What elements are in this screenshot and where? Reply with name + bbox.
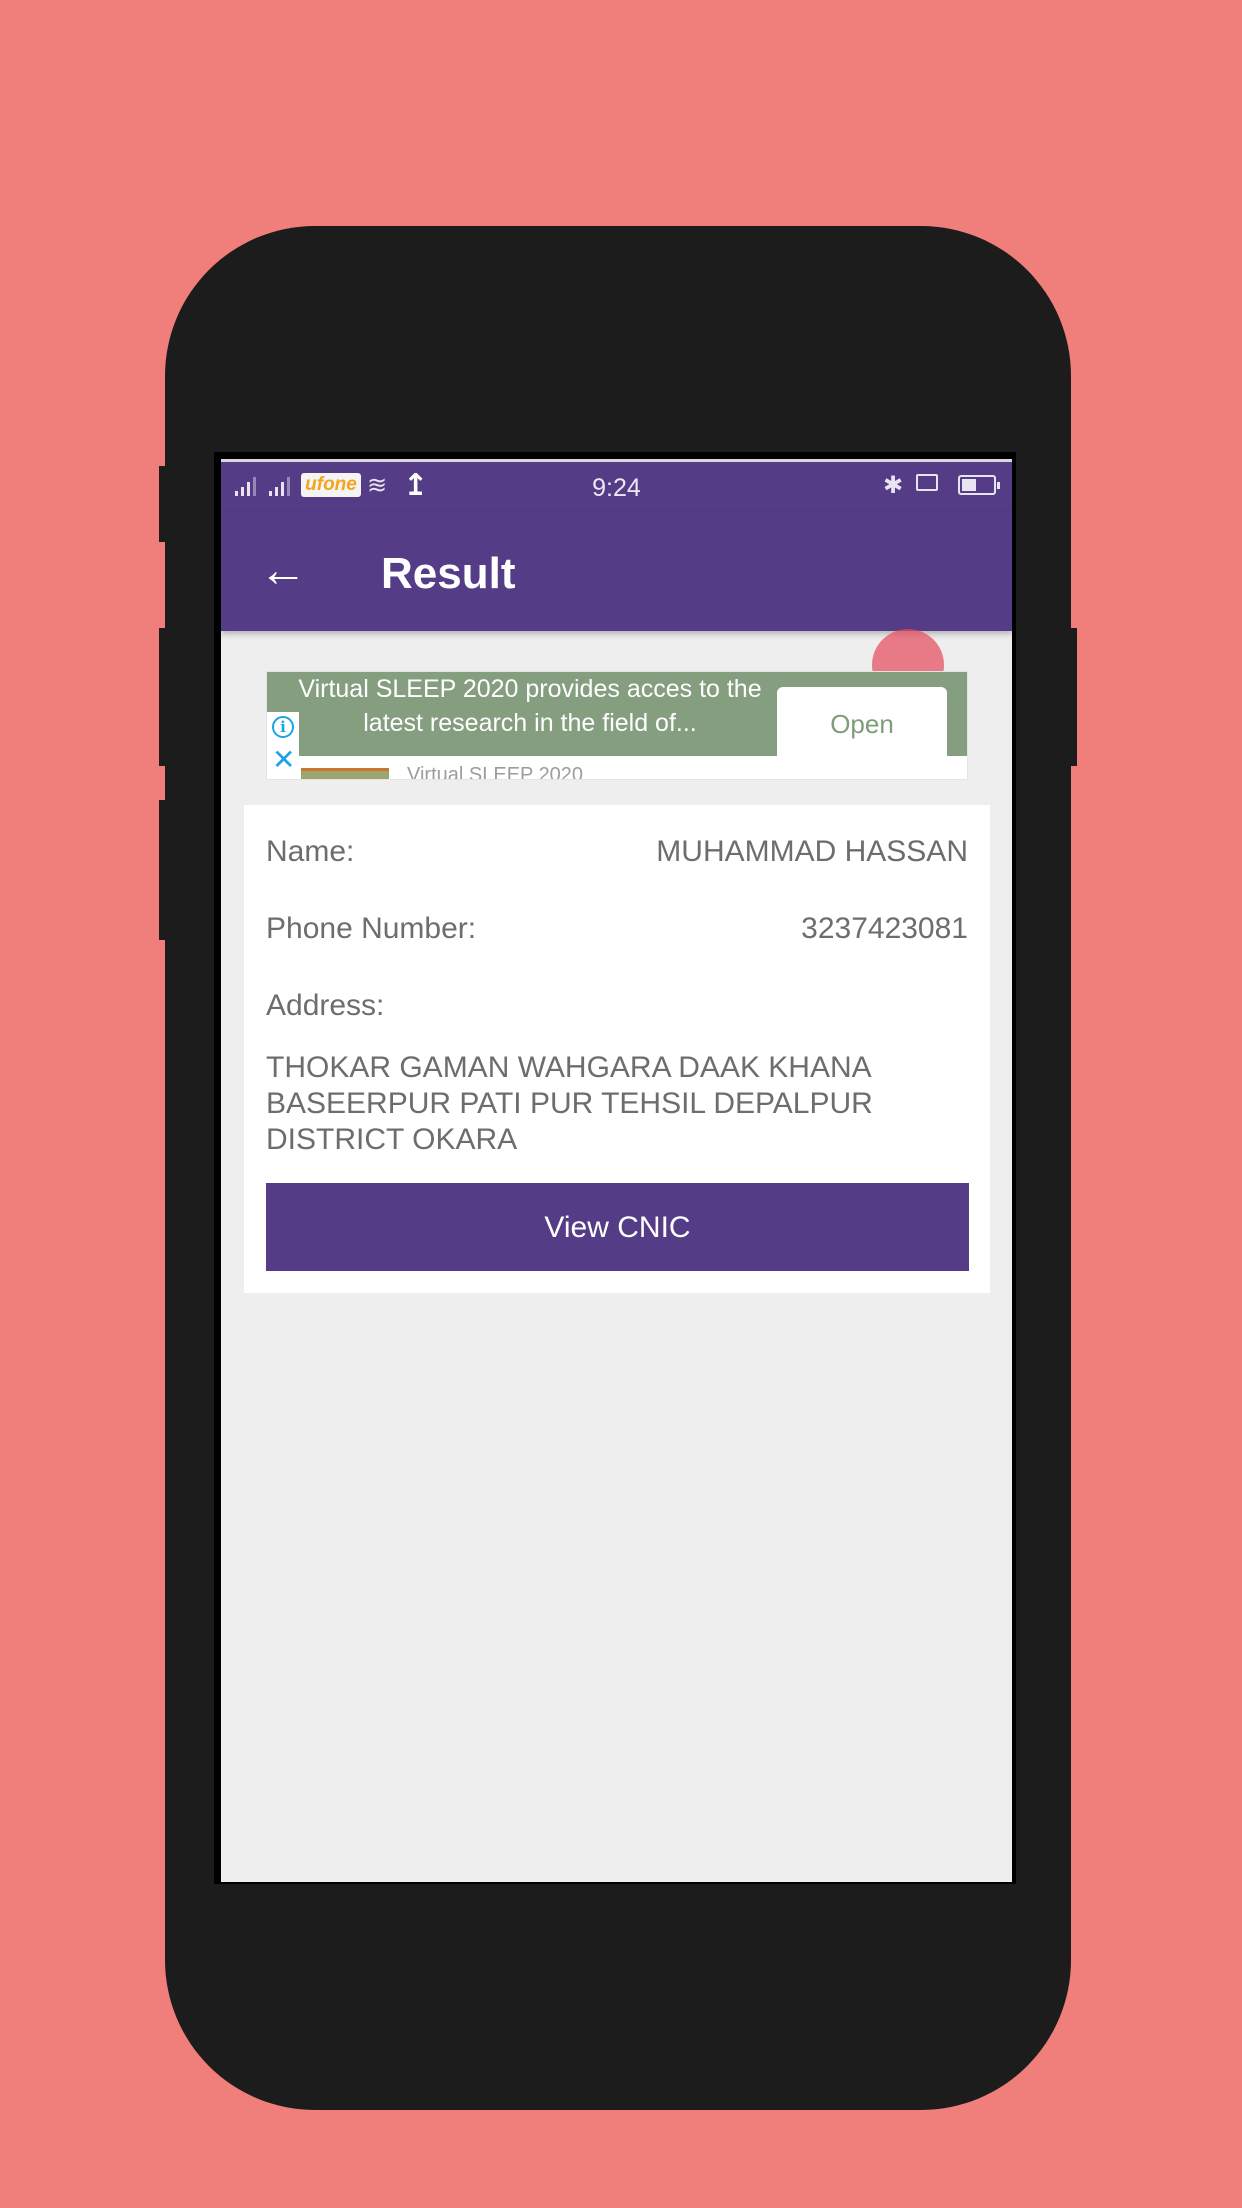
ad-choices: i ✕ (267, 712, 299, 779)
back-arrow-icon[interactable]: ← (259, 539, 323, 603)
phone-value: 3237423081 (801, 912, 968, 945)
name-label: Name: (266, 835, 355, 868)
app-screen: ufone ≋ ↥ 9:24 ✱ ← Result Virtual SLEEP … (221, 459, 1012, 1882)
info-icon[interactable]: i (272, 716, 294, 738)
ad-thumbnail (301, 768, 389, 779)
phone-label: Phone Number: (266, 912, 477, 945)
ad-banner[interactable]: Virtual SLEEP 2020 provides acces to the… (266, 671, 968, 780)
address-row: Address: (266, 989, 968, 1023)
address-value: THOKAR GAMAN WAHGARA DAAK KHANA BASEERPU… (266, 1051, 873, 1156)
close-icon[interactable]: ✕ (272, 746, 295, 774)
name-row: Name: MUHAMMAD HASSAN (266, 835, 968, 869)
name-value: MUHAMMAD HASSAN (656, 835, 968, 868)
phone-row: Phone Number: 3237423081 (266, 912, 968, 946)
bluetooth-icon: ✱ (883, 472, 904, 499)
ad-open-button[interactable]: Open (777, 687, 947, 757)
battery-icon (958, 475, 1000, 495)
battery-level (962, 479, 976, 491)
ad-headline: Virtual SLEEP 2020 provides acces to the… (298, 675, 762, 737)
cast-icon (916, 474, 938, 491)
address-label: Address: (266, 989, 385, 1022)
ad-subtitle: Virtual SLEEP 2020 (407, 764, 584, 780)
status-bar: ufone ≋ ↥ 9:24 ✱ (221, 459, 1012, 511)
view-cnic-button[interactable]: View CNIC (266, 1183, 969, 1271)
app-bar: ← Result (221, 511, 1012, 701)
page-title: Result (381, 549, 516, 598)
result-card: Name: MUHAMMAD HASSAN Phone Number: 3237… (244, 805, 990, 1293)
